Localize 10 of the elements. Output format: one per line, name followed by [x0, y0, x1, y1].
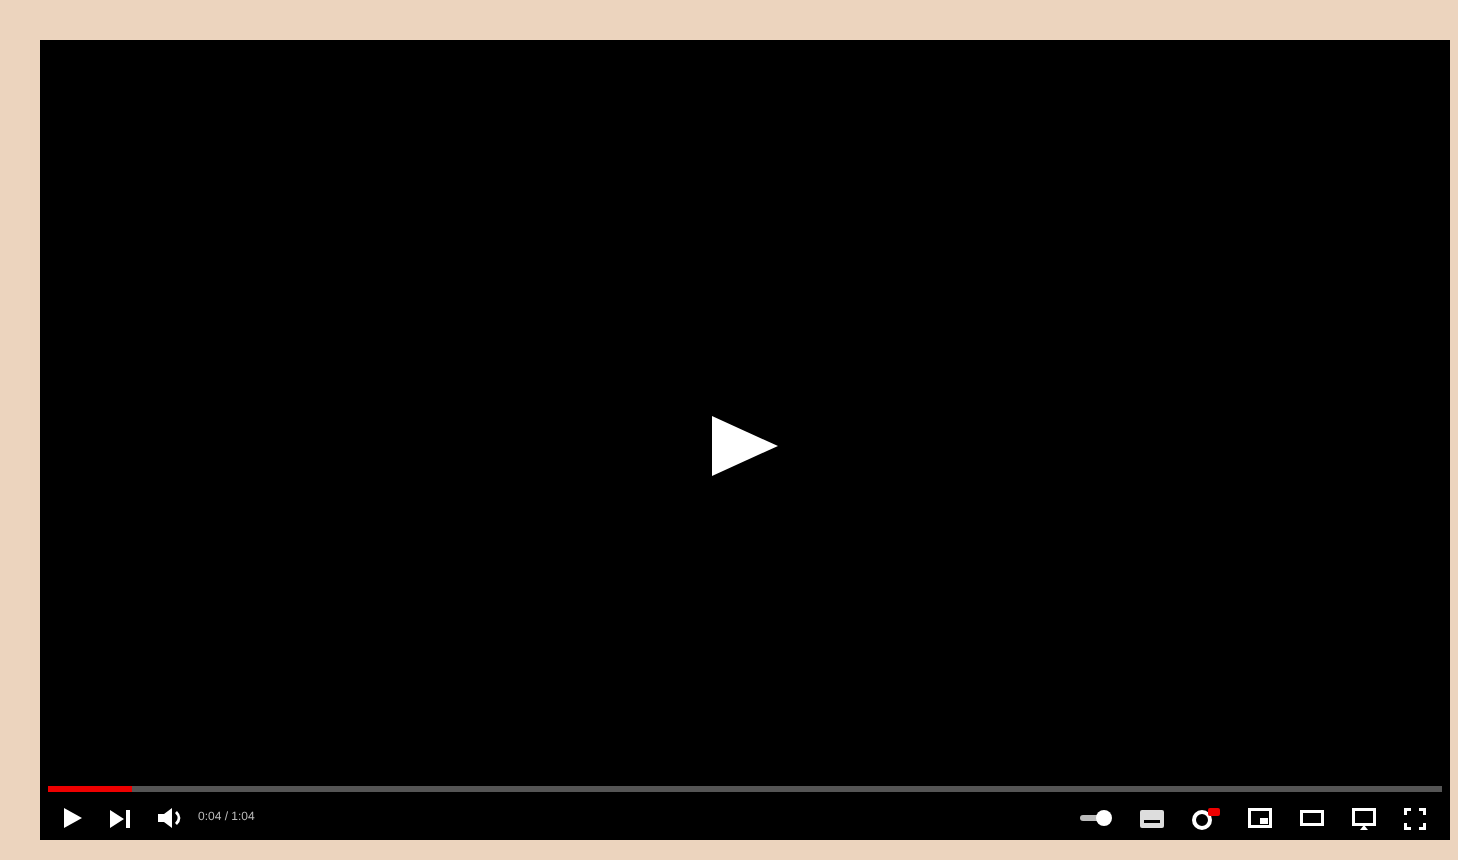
volume-icon[interactable] [158, 808, 182, 828]
autoplay-toggle-icon[interactable] [1080, 810, 1112, 826]
settings-icon[interactable] [1192, 807, 1220, 829]
miniplayer-icon[interactable] [1248, 808, 1272, 828]
play-icon[interactable] [64, 808, 82, 828]
fullscreen-icon[interactable] [1404, 807, 1426, 829]
theater-mode-icon[interactable] [1300, 810, 1324, 826]
subtitles-icon[interactable] [1140, 809, 1164, 827]
next-icon[interactable] [110, 809, 130, 827]
cast-icon[interactable] [1352, 807, 1376, 829]
